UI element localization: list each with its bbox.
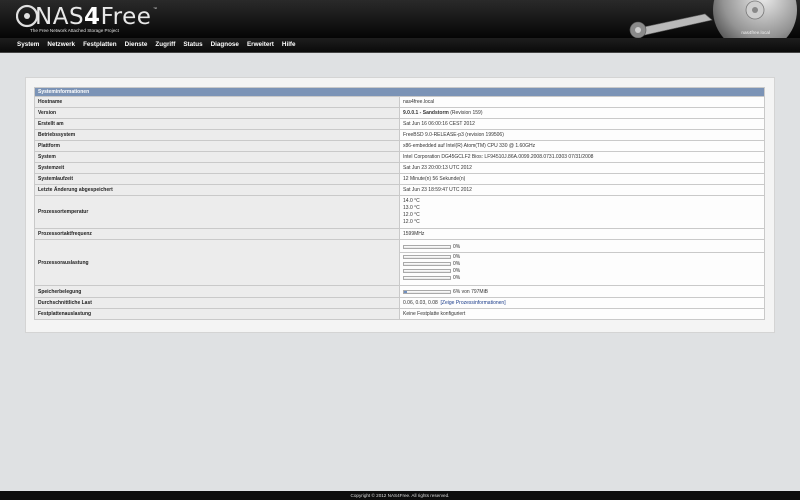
disk-usage-value: Keine Festplatte konfiguriert: [399, 308, 765, 320]
memory-progress-bar: [403, 289, 451, 294]
row-label: Erstellt am: [34, 118, 400, 130]
row-label: System: [34, 151, 400, 163]
platform-value: x86-embedded auf Intel(R) Atom(TM) CPU 3…: [399, 140, 765, 152]
row-os: Betriebssystem FreeBSD 9.0-RELEASE-p3 (r…: [34, 129, 765, 141]
version-revision: (Revision 159): [448, 110, 483, 116]
row-label: Letzte Änderung abgespeichert: [34, 184, 400, 196]
last-change-value: Sat Jun 23 18:59:47 UTC 2012: [399, 184, 765, 196]
logo-tagline: The Free Network Attached Storage Projec…: [30, 28, 119, 33]
cpu-temperature-value: 14.0 °C 13.0 °C 12.0 °C 12.0 °C: [399, 195, 765, 229]
cpu-usage-core: 0%: [403, 254, 761, 261]
progress-fill: [404, 290, 407, 293]
table-header-row: Systeminformationen: [34, 87, 765, 97]
row-label: Prozessortaktfrequenz: [34, 228, 400, 240]
load-average-value: 0.06, 0.03, 0.08 [Zeige Prozessinformati…: [399, 297, 765, 309]
nav-festplatten[interactable]: Festplatten: [79, 38, 121, 52]
row-cpu-temperature: Prozessortemperatur 14.0 °C 13.0 °C 12.0…: [34, 195, 765, 229]
row-label: Festplattenauslastung: [34, 308, 400, 320]
nav-netzwerk[interactable]: Netzwerk: [43, 38, 79, 52]
cpu-core-percent: 0%: [453, 275, 461, 281]
row-platform: Plattform x86-embedded auf Intel(R) Atom…: [34, 140, 765, 152]
row-label: Prozessorauslastung: [34, 239, 400, 286]
table-title: Systeminformationen: [34, 87, 765, 97]
row-label: Betriebssystem: [34, 129, 400, 141]
hostname-value: nas4free.local: [399, 96, 765, 108]
logo-free: Free: [100, 4, 152, 30]
row-label: Plattform: [34, 140, 400, 152]
build-date-value: Sat Jun 16 06:00:16 CEST 2012: [399, 118, 765, 130]
row-version: Version 9.0.0.1 - Sandstorm (Revision 15…: [34, 107, 765, 119]
hostname-badge: nas4free.local: [741, 30, 770, 35]
divider: [400, 251, 764, 253]
nav-system[interactable]: System: [13, 38, 43, 52]
main-navigation: System Netzwerk Festplatten Dienste Zugr…: [0, 38, 800, 53]
version-name: 9.0.0.1 - Sandstorm: [403, 110, 449, 116]
nav-status[interactable]: Status: [179, 38, 206, 52]
header: NAS4Free ™ The Free Network Attached Sto…: [0, 0, 800, 38]
cpu-core-percent: 0%: [453, 254, 461, 260]
row-cpu-frequency: Prozessortaktfrequenz 1599MHz: [34, 228, 765, 240]
logo-name: NAS: [35, 4, 85, 30]
nav-dienste[interactable]: Dienste: [121, 38, 152, 52]
nav-erweitert[interactable]: Erweitert: [243, 38, 278, 52]
system-time-value: Sat Jun 23 20:00:13 UTC 2012: [399, 162, 765, 174]
cpu-core-progress-bar: [403, 276, 451, 280]
row-label: Speicherbelegung: [34, 285, 400, 298]
row-label: Durchschnittliche Last: [34, 297, 400, 309]
cpu-temp-core: 12.0 °C: [403, 219, 420, 225]
row-last-change: Letzte Änderung abgespeichert Sat Jun 23…: [34, 184, 765, 196]
cpu-usage-total: 0%: [403, 244, 761, 251]
row-build-date: Erstellt am Sat Jun 16 06:00:16 CEST 201…: [34, 118, 765, 130]
cpu-usage-value: 0% 0% 0% 0% 0%: [399, 239, 765, 286]
copyright-text: Copyright © 2012 NAS4Free. All rights re…: [350, 493, 450, 498]
cpu-core-percent: 0%: [453, 268, 461, 274]
cpu-total-percent: 0%: [453, 244, 461, 250]
nav-hilfe[interactable]: Hilfe: [278, 38, 300, 52]
memory-value: 6% von 797MiB: [399, 285, 765, 298]
nav-diagnose[interactable]: Diagnose: [207, 38, 243, 52]
show-process-info-link[interactable]: [Zeige Prozessinformationen]: [441, 300, 506, 306]
cpu-temp-core: 12.0 °C: [403, 212, 420, 218]
cpu-core-progress-bar: [403, 262, 451, 266]
cpu-core-progress-bar: [403, 255, 451, 259]
cpu-usage-core: 0%: [403, 275, 761, 282]
cpu-frequency-value: 1599MHz: [399, 228, 765, 240]
uptime-value: 12 Minute(n) 56 Sekunde(n): [399, 173, 765, 185]
footer: Copyright © 2012 NAS4Free. All rights re…: [0, 491, 800, 500]
row-label: Systemlaufzeit: [34, 173, 400, 185]
cpu-temp-core: 14.0 °C: [403, 198, 420, 204]
cpu-temp-core: 13.0 °C: [403, 205, 420, 211]
system-value: Intel Corporation DG45GCLF2 Bios: LF9451…: [399, 151, 765, 163]
row-disk-usage: Festplattenauslastung Keine Festplatte k…: [34, 308, 765, 320]
row-hostname: Hostname nas4free.local: [34, 96, 765, 108]
row-uptime: Systemlaufzeit 12 Minute(n) 56 Sekunde(n…: [34, 173, 765, 185]
logo-four: 4: [84, 4, 101, 30]
row-label: Prozessortemperatur: [34, 195, 400, 229]
row-cpu-usage: Prozessorauslastung 0% 0% 0% 0% 0%: [34, 239, 765, 286]
cpu-usage-core: 0%: [403, 261, 761, 268]
row-label: Systemzeit: [34, 162, 400, 174]
logo-trademark: ™: [153, 6, 157, 11]
cpu-usage-core: 0%: [403, 268, 761, 275]
nav-zugriff[interactable]: Zugriff: [151, 38, 179, 52]
cpu-core-progress-bar: [403, 269, 451, 273]
row-label: Version: [34, 107, 400, 119]
row-label: Hostname: [34, 96, 400, 108]
row-memory: Speicherbelegung 6% von 797MiB: [34, 285, 765, 298]
memory-usage-text: 6% von 797MiB: [453, 288, 489, 295]
os-value: FreeBSD 9.0-RELEASE-p3 (revision 199506): [399, 129, 765, 141]
system-info-table: Systeminformationen Hostname nas4free.lo…: [34, 87, 765, 320]
load-average-numbers: 0.06, 0.03, 0.08: [403, 300, 438, 306]
cpu-core-percent: 0%: [453, 261, 461, 267]
version-value: 9.0.0.1 - Sandstorm (Revision 159): [399, 107, 765, 119]
row-load-average: Durchschnittliche Last 0.06, 0.03, 0.08 …: [34, 297, 765, 309]
row-system-time: Systemzeit Sat Jun 23 20:00:13 UTC 2012: [34, 162, 765, 174]
hard-drive-icon: [629, 0, 797, 38]
row-system: System Intel Corporation DG45GCLF2 Bios:…: [34, 151, 765, 163]
cpu-total-progress-bar: [403, 245, 451, 249]
